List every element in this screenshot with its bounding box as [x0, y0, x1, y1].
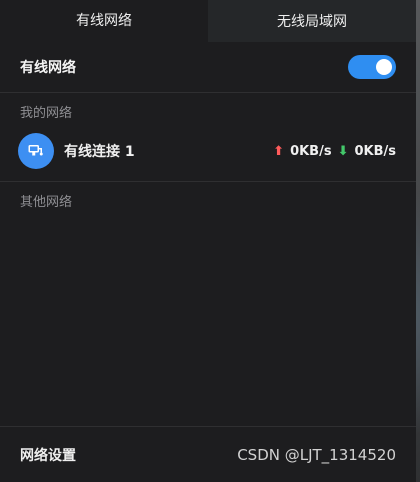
wired-network-icon	[18, 133, 54, 169]
up-arrow-icon: ⬆	[273, 143, 285, 159]
network-tabs: 有线网络 无线局域网	[0, 0, 416, 42]
other-networks-title: 其他网络	[20, 194, 73, 210]
tab-wired[interactable]: 有线网络	[0, 0, 208, 42]
tab-wireless[interactable]: 无线局域网	[208, 0, 416, 42]
wired-network-icon-glyph	[28, 145, 43, 156]
speed-indicator: ⬆ 0KB/s ⬇ 0KB/s	[273, 144, 396, 159]
watermark-text: CSDN @LJT_1314520	[237, 445, 396, 464]
network-panel: 有线网络 无线局域网 有线网络 我的网络 有线连接 1 ⬆ 0KB/s ⬇ 0K…	[0, 0, 416, 482]
upload-speed: 0KB/s	[290, 143, 332, 159]
download-speed: 0KB/s	[354, 143, 396, 159]
connection-name: 有线连接 1	[64, 144, 135, 160]
network-window-background: 有线网络 无线局域网 有线网络 我的网络 有线连接 1 ⬆ 0KB/s ⬇ 0K…	[0, 0, 420, 482]
my-networks-title: 我的网络	[20, 105, 73, 121]
toggle-knob	[376, 59, 392, 75]
connection-info: 有线连接 1	[18, 133, 135, 169]
wired-network-toggle-row: 有线网络	[0, 42, 416, 93]
down-arrow-icon: ⬇	[337, 143, 349, 159]
wired-network-toggle[interactable]	[348, 55, 396, 79]
wired-network-label: 有线网络	[20, 60, 76, 76]
footer-bar: 网络设置 CSDN @LJT_1314520	[0, 426, 416, 482]
network-settings-button[interactable]: 网络设置	[20, 445, 76, 465]
connection-row[interactable]: 有线连接 1 ⬆ 0KB/s ⬇ 0KB/s	[0, 129, 416, 182]
